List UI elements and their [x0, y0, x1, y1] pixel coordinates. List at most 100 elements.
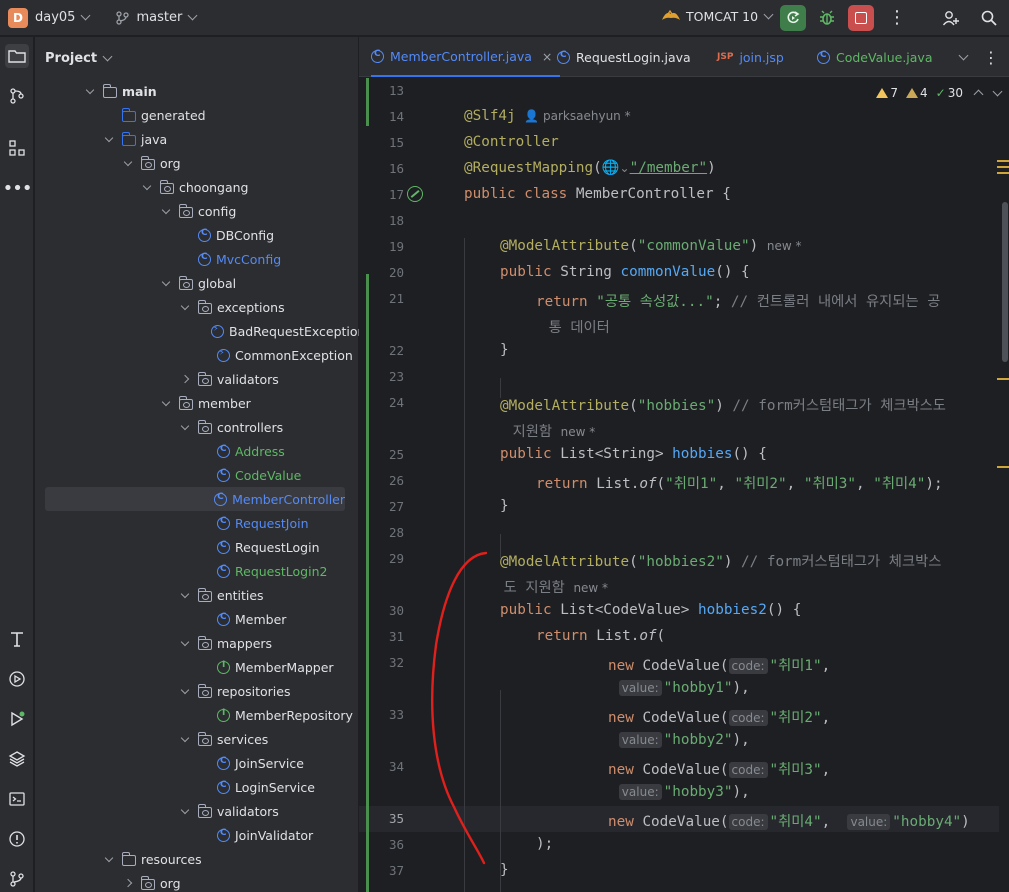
git-branch-icon[interactable] [115, 10, 130, 25]
services-tool-button[interactable] [5, 667, 29, 691]
tab-membercontroller-java[interactable]: MemberController.java × [371, 37, 561, 77]
tree-item[interactable]: org [35, 871, 358, 892]
chevron-down-icon[interactable] [104, 133, 114, 142]
tree-item[interactable]: global [35, 271, 358, 295]
tree-item-label: repositories [217, 683, 291, 699]
run-config-selector[interactable]: TOMCAT 10 [660, 8, 774, 24]
run-tool-button[interactable] [5, 707, 29, 731]
tree-item[interactable]: choongang [35, 175, 358, 199]
tree-item[interactable]: config [35, 199, 358, 223]
tree-item[interactable]: main [35, 79, 358, 103]
tree-item[interactable]: JoinValidator [35, 823, 358, 847]
tree-item[interactable]: RequestLogin [35, 535, 358, 559]
tree-item[interactable]: validators [35, 367, 358, 391]
tree-item[interactable]: RequestLogin2 [35, 559, 358, 583]
tree-item[interactable]: MvcConfig [35, 247, 358, 271]
chevron-right-icon[interactable] [180, 374, 190, 384]
tab-join-jsp[interactable]: JSP join.jsp [717, 37, 792, 77]
debug-button[interactable] [814, 5, 840, 31]
chevron-down-icon[interactable] [180, 805, 190, 814]
chevron-down-icon[interactable] [85, 85, 95, 94]
chevron-down-icon[interactable] [180, 421, 190, 430]
add-user-button[interactable] [938, 5, 964, 31]
tree-item[interactable]: LoginService [35, 775, 358, 799]
tree-item[interactable]: member [35, 391, 358, 415]
tree-item[interactable]: controllers [35, 415, 358, 439]
more-tabs-button[interactable]: ⋮ [983, 37, 1003, 77]
layers-tool-button[interactable] [5, 747, 29, 771]
tree-item[interactable]: mappers [35, 631, 358, 655]
tree-item[interactable]: validators [35, 799, 358, 823]
editor-scrollbar[interactable] [997, 78, 1009, 892]
chevron-down-icon[interactable] [102, 51, 113, 61]
search-button[interactable] [976, 5, 1002, 31]
git-tool-button[interactable] [5, 867, 29, 891]
chevron-down-icon[interactable] [104, 853, 114, 862]
warning-stripe-mark[interactable] [997, 166, 1009, 168]
tree-item[interactable]: Address [35, 439, 358, 463]
chevron-down-icon[interactable] [187, 10, 198, 21]
chevron-right-icon[interactable] [123, 878, 133, 888]
tree-item[interactable]: BadRequestException [35, 319, 365, 343]
warning-stripe-mark[interactable] [997, 378, 1009, 380]
branch-name[interactable]: master [136, 10, 182, 25]
tree-item[interactable]: CodeValue [35, 463, 358, 487]
vcs-change-marker[interactable] [366, 274, 369, 892]
more-tools-button[interactable]: ••• [3, 176, 33, 200]
chevron-down-icon[interactable] [180, 685, 190, 694]
parameter-hint: value: [618, 680, 662, 696]
chevron-down-icon[interactable] [123, 157, 133, 166]
tree-item[interactable]: JoinService [35, 751, 358, 775]
rerun-button[interactable] [780, 5, 806, 31]
tree-item[interactable]: generated [35, 103, 358, 127]
stop-button[interactable] [848, 5, 874, 31]
chevron-down-icon[interactable] [81, 10, 91, 21]
tree-item[interactable]: exceptions [35, 295, 358, 319]
tree-item[interactable]: MemberMapper [35, 655, 358, 679]
problems-tool-button[interactable] [5, 827, 29, 851]
more-actions-button[interactable]: ⋮ [884, 5, 910, 31]
chevron-down-icon[interactable] [180, 637, 190, 646]
spring-bean-icon[interactable] [407, 186, 423, 202]
tree-item-label: java [141, 131, 168, 147]
warning-stripe-mark[interactable] [997, 160, 1009, 162]
tree-item[interactable]: MemberRepository [35, 703, 358, 727]
project-name[interactable]: day05 [35, 10, 75, 25]
chevron-down-icon[interactable] [161, 277, 171, 286]
project-badge[interactable]: D [8, 7, 28, 28]
inspection-widget[interactable]: 7 4 ✓ 30 [868, 86, 1003, 100]
tree-item[interactable]: RequestJoin [35, 511, 358, 535]
tree-item[interactable]: MemberController [45, 487, 345, 511]
tab-requestlogin-java[interactable]: RequestLogin.java [557, 37, 699, 77]
chevron-down-icon[interactable] [161, 397, 171, 406]
warning-stripe-mark[interactable] [997, 466, 1009, 468]
tree-item[interactable]: Member [35, 607, 358, 631]
chevron-down-icon[interactable] [180, 589, 190, 598]
warning-stripe-mark[interactable] [997, 172, 1009, 174]
close-tab-icon[interactable]: × [542, 49, 552, 64]
vcs-change-marker[interactable] [366, 78, 369, 126]
terminal-tool-button[interactable] [5, 787, 29, 811]
tree-item[interactable]: DBConfig [35, 223, 358, 247]
editor-scroll-thumb[interactable] [1002, 202, 1008, 362]
commit-tool-button[interactable] [5, 84, 29, 108]
tab-codevalue-java[interactable]: CodeValue.java [817, 37, 941, 77]
project-tool-button[interactable] [5, 44, 29, 68]
tree-item[interactable]: resources [35, 847, 358, 871]
chevron-down-icon[interactable] [180, 301, 190, 310]
tree-item[interactable]: org [35, 151, 358, 175]
text-tool-button[interactable] [5, 627, 29, 651]
chevron-down-icon[interactable] [142, 181, 152, 190]
tab-list-button[interactable] [953, 37, 969, 77]
tree-item[interactable]: services [35, 727, 358, 751]
chevron-down-icon[interactable] [161, 205, 171, 214]
tree-item[interactable]: java [35, 127, 358, 151]
tree-item[interactable]: entities [35, 583, 358, 607]
chevron-up-icon[interactable] [973, 89, 984, 100]
structure-tool-button[interactable] [5, 136, 29, 160]
class-icon [557, 50, 570, 64]
tree-item[interactable]: CommonException [35, 343, 358, 367]
chevron-down-icon[interactable] [180, 733, 190, 742]
tree-item[interactable]: repositories [35, 679, 358, 703]
project-panel-header[interactable]: Project [35, 37, 358, 79]
